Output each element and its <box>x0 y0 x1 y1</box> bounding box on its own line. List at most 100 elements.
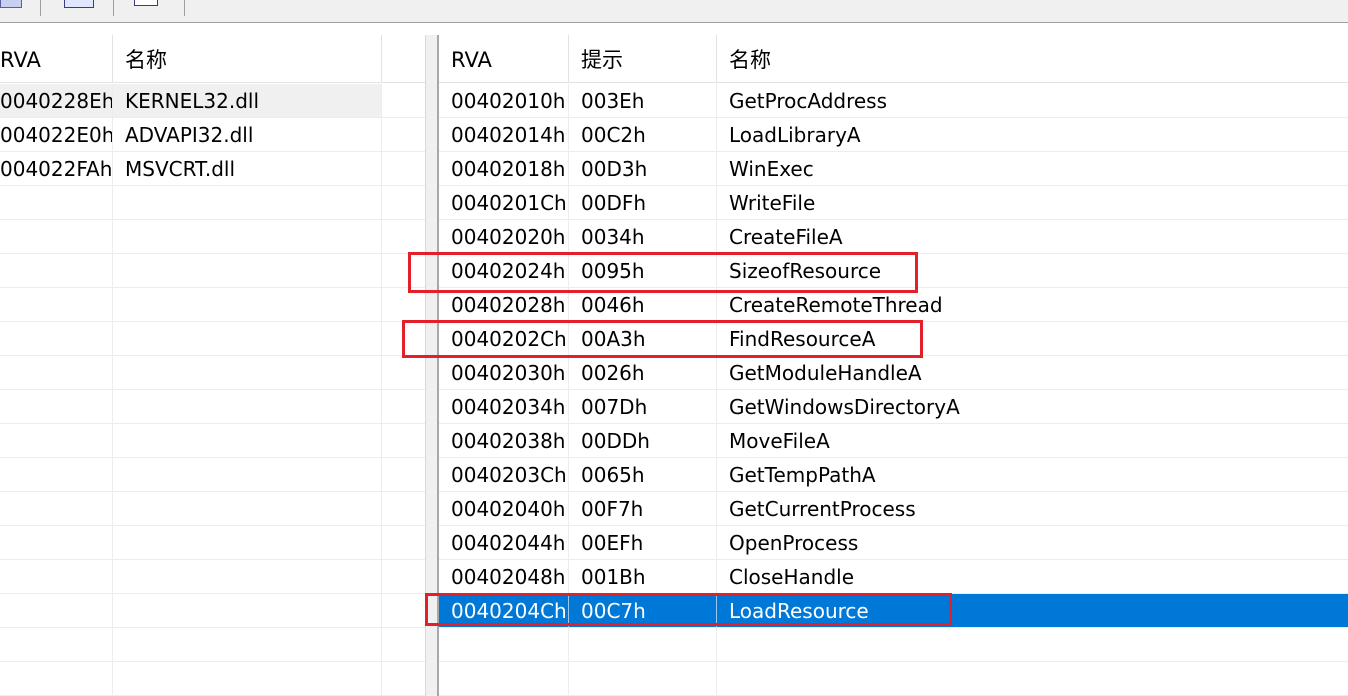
cell-name <box>113 424 382 457</box>
column-header-rva[interactable]: RVA <box>0 35 113 83</box>
panel-button[interactable] <box>132 0 162 16</box>
cell-rva: 00402014h <box>439 118 569 151</box>
empty-row[interactable] <box>0 254 425 288</box>
cell-rva: 00402010h <box>439 84 569 117</box>
cell-name: GetProcAddress <box>729 89 888 113</box>
toolbar-separator <box>113 0 114 16</box>
cell-name: CreateFileA <box>729 225 843 249</box>
cell-hint: 0046h <box>569 288 717 321</box>
import-row[interactable]: 00402030h 0026h GetModuleHandleA <box>439 356 1348 390</box>
cell-filler <box>382 526 425 559</box>
import-row[interactable]: 0040202Ch 00A3h FindResourceA <box>439 322 1348 356</box>
import-row[interactable]: 0040204Ch 00C7h LoadResource <box>439 594 1348 628</box>
cell-name <box>113 458 382 491</box>
dll-list-rows: 0040228Eh KERNEL32.dll 004022E0h ADVAPI32.d… <box>0 84 425 696</box>
cell-hint: 00C2h <box>569 118 717 151</box>
cell-name <box>113 220 382 253</box>
empty-row[interactable] <box>0 458 425 492</box>
empty-row[interactable] <box>0 390 425 424</box>
cell-name: WriteFile <box>729 191 816 215</box>
cell-rva: 0040202Ch <box>439 322 569 355</box>
window-button[interactable] <box>62 0 96 16</box>
cell-filler <box>382 254 425 287</box>
properties-icon <box>0 0 22 8</box>
dll-row[interactable]: 0040228Eh KERNEL32.dll <box>0 84 425 118</box>
cell-filler <box>382 628 425 661</box>
empty-row[interactable] <box>439 628 1348 662</box>
imports-rows: 00402010h 003Eh GetProcAddress 00402014h 00C… <box>439 84 1348 696</box>
cell-hint: 003Eh <box>569 84 717 117</box>
import-row[interactable]: 00402028h 0046h CreateRemoteThread <box>439 288 1348 322</box>
cell-rva <box>0 220 113 253</box>
cell-rva: 00402028h <box>439 288 569 321</box>
empty-row[interactable] <box>439 662 1348 696</box>
cell-filler <box>382 492 425 525</box>
import-row[interactable]: 00402020h 0034h CreateFileA <box>439 220 1348 254</box>
dll-row[interactable]: 004022E0h ADVAPI32.dll <box>0 118 425 152</box>
import-row[interactable]: 00402018h 00D3h WinExec <box>439 152 1348 186</box>
import-row[interactable]: 00402048h 001Bh CloseHandle <box>439 560 1348 594</box>
cell-name: MSVCRT.dll <box>113 152 382 185</box>
import-row[interactable]: 00402034h 007Dh GetWindowsDirectoryA <box>439 390 1348 424</box>
cell-filler <box>382 118 425 151</box>
import-row[interactable]: 00402038h 00DDh MoveFileA <box>439 424 1348 458</box>
empty-row[interactable] <box>0 220 425 254</box>
cell-filler <box>382 594 425 627</box>
cell-name: CreateRemoteThread <box>729 293 943 317</box>
empty-row[interactable] <box>0 356 425 390</box>
cell-name: GetTempPathA <box>729 463 876 487</box>
cell-rva <box>0 390 113 423</box>
cell-name: GetModuleHandleA <box>729 361 922 385</box>
column-header-hint[interactable]: 提示 <box>569 35 717 83</box>
cell-name <box>113 628 382 661</box>
cell-name <box>113 526 382 559</box>
pane-splitter[interactable] <box>426 35 437 696</box>
import-row[interactable]: 00402010h 003Eh GetProcAddress <box>439 84 1348 118</box>
properties-button[interactable] <box>0 0 26 16</box>
toolbar <box>0 0 1348 23</box>
empty-row[interactable] <box>0 526 425 560</box>
cell-rva: 00402038h <box>439 424 569 457</box>
empty-row[interactable] <box>0 186 425 220</box>
empty-row[interactable] <box>0 662 425 696</box>
window-icon <box>64 0 94 8</box>
cell-hint: 00C7h <box>569 594 717 627</box>
cell-rva: 00402034h <box>439 390 569 423</box>
import-row[interactable]: 00402014h 00C2h LoadLibraryA <box>439 118 1348 152</box>
cell-rva: 0040203Ch <box>439 458 569 491</box>
import-row[interactable]: 00402044h 00EFh OpenProcess <box>439 526 1348 560</box>
cell-rva <box>439 662 569 695</box>
cell-name <box>113 356 382 389</box>
cell-name <box>113 288 382 321</box>
import-row[interactable]: 00402040h 00F7h GetCurrentProcess <box>439 492 1348 526</box>
column-header-name[interactable]: 名称 <box>113 35 382 83</box>
empty-row[interactable] <box>0 288 425 322</box>
cell-rva <box>0 526 113 559</box>
empty-row[interactable] <box>0 322 425 356</box>
import-row[interactable]: 0040203Ch 0065h GetTempPathA <box>439 458 1348 492</box>
import-row[interactable]: 0040201Ch 00DFh WriteFile <box>439 186 1348 220</box>
empty-row[interactable] <box>0 560 425 594</box>
cell-name: WinExec <box>729 157 814 181</box>
cell-rva <box>0 288 113 321</box>
column-header-name[interactable]: 名称 <box>717 35 1348 83</box>
cell-name <box>113 492 382 525</box>
cell-name: OpenProcess <box>729 531 859 555</box>
empty-row[interactable] <box>0 628 425 662</box>
cell-filler <box>382 288 425 321</box>
empty-row[interactable] <box>0 424 425 458</box>
cell-filler <box>382 662 425 695</box>
import-row[interactable]: 00402024h 0095h SizeofResource <box>439 254 1348 288</box>
dll-row[interactable]: 004022FAh MSVCRT.dll <box>0 152 425 186</box>
cell-rva <box>0 186 113 219</box>
empty-row[interactable] <box>0 492 425 526</box>
cell-hint: 00F7h <box>569 492 717 525</box>
cell-hint: 0095h <box>569 254 717 287</box>
cell-rva <box>439 628 569 661</box>
column-header-rva[interactable]: RVA <box>439 35 569 83</box>
cell-name <box>113 254 382 287</box>
cell-rva <box>0 356 113 389</box>
cell-filler <box>382 84 425 117</box>
cell-filler <box>382 322 425 355</box>
empty-row[interactable] <box>0 594 425 628</box>
